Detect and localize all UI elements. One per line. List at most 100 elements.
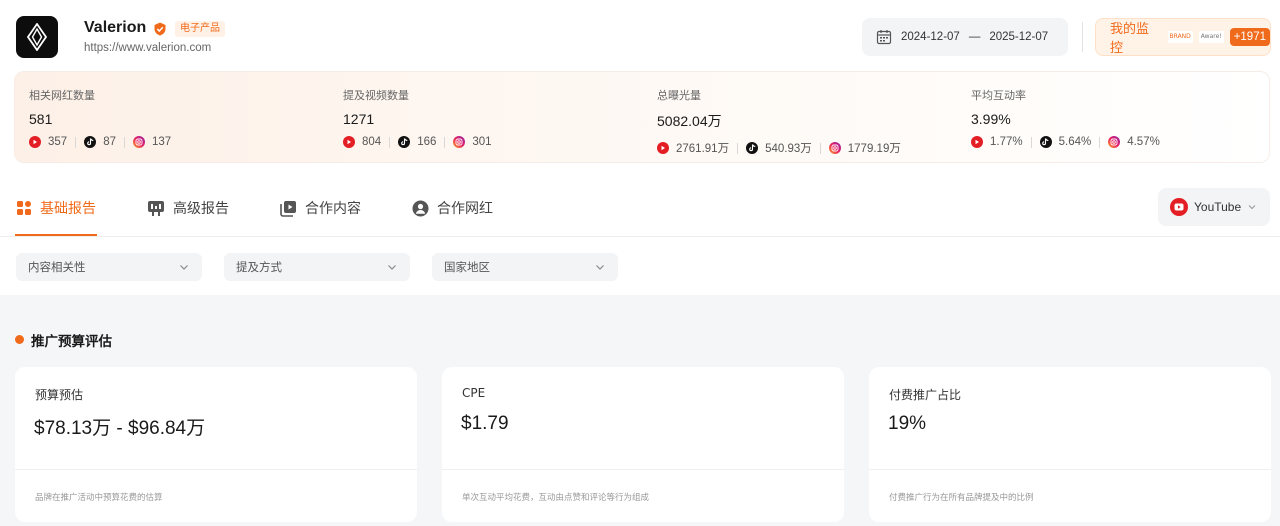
youtube-icon bbox=[29, 136, 41, 148]
stat-exposure: 总曝光量 5082.04万 2761.91万 540.93万 1779.19万 bbox=[657, 87, 901, 156]
tab-label: 高级报告 bbox=[173, 201, 229, 217]
user-icon bbox=[412, 200, 429, 216]
category-badge: 电子产品 bbox=[175, 21, 225, 37]
filter-country-region[interactable]: 国家地区 bbox=[432, 253, 618, 281]
stat-engagement-rate: 平均互动率 3.99% 1.77% 5.64% 4.57% bbox=[971, 87, 1160, 148]
stat-title: 平均互动率 bbox=[971, 89, 1026, 102]
date-range-picker[interactable]: 2024-12-07 — 2025-12-07 bbox=[862, 18, 1068, 56]
top-panel: Valerion 电子产品 https://www.valerion.com 2… bbox=[0, 0, 1280, 295]
tab-label: 基础报告 bbox=[40, 201, 96, 217]
card-value: $1.79 bbox=[461, 413, 509, 434]
tab-cooperation-influencers[interactable]: 合作网红 bbox=[412, 198, 493, 218]
chevron-down-icon bbox=[388, 265, 396, 270]
stat-videos: 提及视频数量 1271 804 166 301 bbox=[343, 87, 492, 148]
card-budget-estimate: 预算预估 $78.13万 - $96.84万 品牌在推广活动中预算花费的估算 bbox=[15, 367, 417, 522]
my-monitor-button[interactable]: 我的监控 BRAND Aware! +1971 bbox=[1095, 18, 1271, 56]
chevron-down-icon bbox=[596, 265, 604, 270]
filter-mention-type[interactable]: 提及方式 bbox=[224, 253, 410, 281]
youtube-icon bbox=[343, 136, 355, 148]
stat-instagram-value: 4.57% bbox=[1127, 136, 1160, 148]
stat-value: 5082.04万 bbox=[657, 113, 722, 129]
report-icon bbox=[148, 201, 164, 216]
platform-select[interactable]: YouTube bbox=[1158, 188, 1270, 226]
tab-label: 合作内容 bbox=[305, 201, 361, 217]
date-end: 2025-12-07 bbox=[989, 31, 1049, 43]
card-title: 预算预估 bbox=[35, 388, 84, 402]
card-cpe: CPE $1.79 单次互动平均花费，互动由点赞和评论等行为组成 bbox=[442, 367, 844, 522]
youtube-icon bbox=[657, 142, 669, 154]
filter-content-relevance[interactable]: 内容相关性 bbox=[16, 253, 202, 281]
stat-instagram-value: 1779.19万 bbox=[847, 143, 901, 155]
date-separator: — bbox=[968, 31, 981, 43]
stat-tiktok-value: 87 bbox=[103, 136, 116, 148]
stats-panel: 相关网红数量 581 357 87 137 提及视频数量 1271 804 16… bbox=[14, 71, 1270, 163]
stat-title: 相关网红数量 bbox=[29, 89, 95, 102]
tab-label: 合作网红 bbox=[437, 201, 493, 217]
stat-tiktok-value: 166 bbox=[417, 136, 437, 148]
stat-instagram-value: 137 bbox=[151, 136, 172, 148]
monitored-brand-logo: Aware! bbox=[1198, 31, 1224, 43]
youtube-icon bbox=[1170, 198, 1188, 216]
stat-youtube-value: 2761.91万 bbox=[676, 143, 730, 155]
brand-url[interactable]: https://www.valerion.com bbox=[84, 42, 211, 54]
section-dot bbox=[15, 335, 24, 344]
valerion-logo-icon bbox=[26, 23, 48, 51]
card-description: 单次互动平均花费，互动由点赞和评论等行为组成 bbox=[462, 493, 650, 503]
section-title: 推广预算评估 bbox=[31, 334, 112, 350]
stat-youtube-value: 357 bbox=[48, 136, 68, 148]
instagram-icon bbox=[1108, 136, 1121, 148]
tiktok-icon bbox=[746, 142, 759, 154]
chevron-down-icon bbox=[180, 265, 188, 270]
brand-name: Valerion bbox=[84, 19, 147, 36]
youtube-icon bbox=[971, 136, 983, 148]
filter-label: 国家地区 bbox=[444, 260, 490, 274]
calendar-icon bbox=[876, 30, 892, 45]
card-title: 付费推广占比 bbox=[889, 388, 962, 402]
stat-breakdown: 2761.91万 540.93万 1779.19万 bbox=[657, 140, 901, 156]
filter-label: 内容相关性 bbox=[28, 260, 86, 274]
stat-tiktok-value: 5.64% bbox=[1058, 136, 1092, 148]
card-divider bbox=[15, 469, 417, 470]
my-monitor-label: 我的监控 bbox=[1110, 22, 1150, 56]
platform-select-value: YouTube bbox=[1194, 200, 1242, 214]
stat-value: 3.99% bbox=[971, 111, 1011, 127]
instagram-icon bbox=[132, 136, 145, 148]
card-paid-promotion-ratio: 付费推广占比 19% 付费推广行为在所有品牌提及中的比例 bbox=[869, 367, 1271, 522]
tabs-divider bbox=[0, 236, 1280, 237]
tiktok-icon bbox=[398, 136, 411, 148]
monitor-count-badge: +1971 bbox=[1229, 28, 1270, 46]
verified-icon bbox=[154, 22, 166, 36]
stat-youtube-value: 804 bbox=[362, 136, 382, 148]
card-description: 品牌在推广活动中预算花费的估算 bbox=[35, 493, 163, 503]
monitored-brand-logo: BRAND bbox=[1167, 31, 1193, 43]
stat-title: 提及视频数量 bbox=[343, 89, 409, 102]
date-start: 2024-12-07 bbox=[901, 31, 960, 43]
card-value: $78.13万 - $96.84万 bbox=[34, 418, 206, 439]
header-divider bbox=[1082, 22, 1083, 52]
stat-value: 1271 bbox=[343, 111, 375, 127]
stat-value: 581 bbox=[29, 111, 53, 127]
tiktok-icon bbox=[84, 136, 97, 148]
card-value: 19% bbox=[888, 413, 927, 434]
stat-breakdown: 804 166 301 bbox=[343, 136, 492, 148]
filter-label: 提及方式 bbox=[236, 260, 282, 274]
content-icon bbox=[280, 200, 296, 217]
instagram-icon bbox=[453, 136, 466, 148]
card-description: 付费推广行为在所有品牌提及中的比例 bbox=[889, 493, 1034, 503]
brand-logo bbox=[16, 16, 58, 58]
grid-icon bbox=[17, 201, 31, 215]
chevron-down-icon bbox=[1248, 205, 1256, 210]
tab-advanced-report[interactable]: 高级报告 bbox=[147, 198, 229, 218]
stat-youtube-value: 1.77% bbox=[990, 136, 1023, 148]
tab-basic-report[interactable]: 基础报告 bbox=[16, 198, 96, 218]
tiktok-icon bbox=[1039, 136, 1052, 148]
card-divider bbox=[442, 469, 844, 470]
tab-cooperation-content[interactable]: 合作内容 bbox=[280, 198, 361, 218]
stat-tiktok-value: 540.93万 bbox=[765, 143, 812, 155]
card-divider bbox=[869, 469, 1271, 470]
stat-influencers: 相关网红数量 581 357 87 137 bbox=[29, 87, 171, 148]
card-title: CPE bbox=[462, 386, 486, 400]
stat-breakdown: 357 87 137 bbox=[29, 136, 171, 148]
instagram-icon bbox=[828, 142, 841, 154]
stat-instagram-value: 301 bbox=[472, 136, 492, 148]
